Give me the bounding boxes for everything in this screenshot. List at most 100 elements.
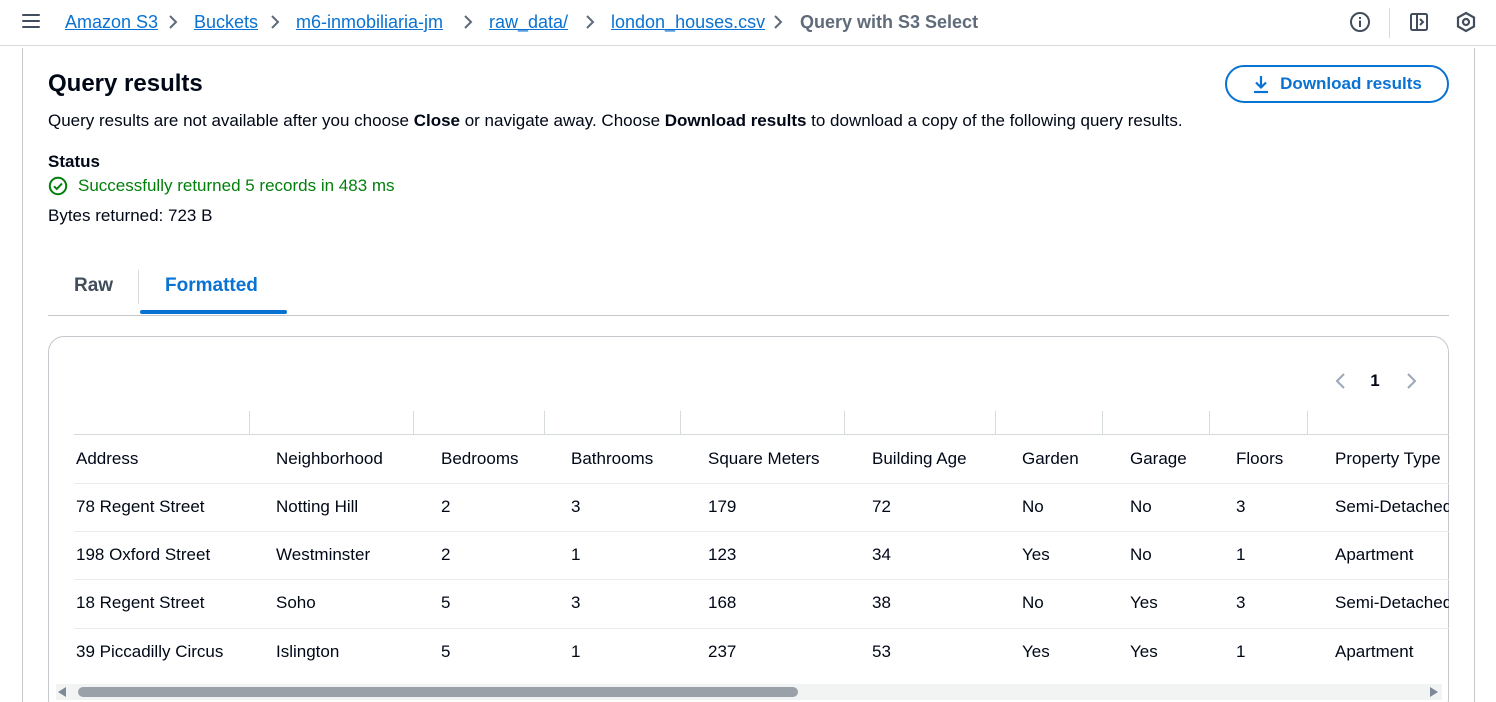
- query-results-heading: Query results: [48, 70, 203, 97]
- cell-address: 39 Piccadilly Circus: [76, 642, 224, 661]
- column-header-garage: Garage: [1130, 449, 1187, 468]
- column-resizer[interactable]: [1209, 411, 1210, 434]
- cell-property-type: Apartment: [1335, 545, 1414, 564]
- chevron-right-icon: [774, 15, 783, 29]
- column-header-address: Address: [76, 449, 139, 468]
- cell-address: 18 Regent Street: [76, 593, 205, 612]
- cell-bathrooms: 3: [571, 593, 581, 612]
- column-resizer[interactable]: [1102, 411, 1103, 434]
- cell-square-meters: 168: [708, 593, 737, 612]
- table-viewport: Address Neighborhood Bedrooms Bathrooms …: [48, 336, 1449, 702]
- column-header-neighborhood: Neighborhood: [276, 449, 383, 468]
- tab-formatted[interactable]: Formatted: [165, 274, 258, 298]
- breadcrumb-file[interactable]: london_houses.csv: [611, 11, 765, 33]
- status-label: Status: [48, 152, 100, 171]
- column-resizer[interactable]: [1307, 411, 1308, 434]
- column-resizer[interactable]: [844, 411, 845, 434]
- breadcrumb-amazon-s3[interactable]: Amazon S3: [65, 11, 158, 33]
- breadcrumb-buckets[interactable]: Buckets: [194, 11, 258, 33]
- chevron-right-icon: [464, 15, 473, 29]
- breadcrumb-current-page: Query with S3 Select: [800, 12, 979, 32]
- status-success: Successfully returned 5 records in 483 m…: [48, 175, 395, 197]
- cell-building-age: 34: [872, 545, 891, 564]
- scroll-left-arrow-icon[interactable]: [58, 687, 66, 697]
- row-divider: [74, 483, 1449, 484]
- column-header-floors: Floors: [1236, 449, 1284, 468]
- tab-separator: [138, 270, 139, 304]
- cell-square-meters: 123: [708, 545, 737, 564]
- cell-garden: No: [1022, 593, 1044, 612]
- cell-garage: No: [1130, 545, 1152, 564]
- cell-neighborhood: Soho: [276, 593, 316, 612]
- column-resizer[interactable]: [544, 411, 545, 434]
- download-results-button[interactable]: Download results: [1225, 65, 1449, 103]
- scroll-right-arrow-icon[interactable]: [1430, 687, 1438, 697]
- hamburger-menu-icon[interactable]: [22, 13, 40, 29]
- cell-building-age: 38: [872, 593, 891, 612]
- download-emphasis: Download results: [664, 111, 807, 130]
- column-header-bedrooms: Bedrooms: [441, 449, 519, 468]
- column-header-garden: Garden: [1022, 449, 1079, 468]
- toolbar-divider: [1389, 8, 1390, 38]
- tab-raw[interactable]: Raw: [74, 274, 113, 298]
- column-resizer[interactable]: [995, 411, 996, 434]
- column-resizer[interactable]: [413, 411, 414, 434]
- column-resizer[interactable]: [680, 411, 681, 434]
- active-tab-indicator: [140, 310, 287, 314]
- cell-garage: No: [1130, 497, 1152, 516]
- column-header-property-type: Property Type: [1335, 449, 1441, 468]
- cell-neighborhood: Westminster: [276, 545, 371, 564]
- cell-bathrooms: 1: [571, 642, 581, 661]
- cell-garden: Yes: [1022, 545, 1050, 564]
- cell-square-meters: 179: [708, 497, 737, 516]
- download-icon: [1254, 76, 1269, 94]
- cell-property-type: Apartment: [1335, 642, 1414, 661]
- cell-garden: No: [1022, 497, 1044, 516]
- bytes-returned: Bytes returned: 723 B: [48, 206, 213, 225]
- scrollbar-thumb[interactable]: [78, 687, 798, 697]
- top-navigation-bar: Amazon S3 Buckets m6-inmobiliaria-jm raw…: [0, 0, 1496, 46]
- column-header-square-meters: Square Meters: [708, 449, 820, 468]
- cell-address: 198 Oxford Street: [76, 545, 211, 564]
- cell-bedrooms: 5: [441, 642, 451, 661]
- cell-property-type: Semi-Detached: [1335, 497, 1449, 516]
- breadcrumb-bucket-name[interactable]: m6-inmobiliaria-jm: [296, 11, 443, 33]
- cell-address: 78 Regent Street: [76, 497, 205, 516]
- cell-building-age: 53: [872, 642, 891, 661]
- info-icon[interactable]: [1349, 11, 1371, 33]
- cell-building-age: 72: [872, 497, 891, 516]
- column-resizer[interactable]: [249, 411, 250, 434]
- row-divider: [74, 531, 1449, 532]
- table-top-border: [74, 434, 1449, 435]
- cell-garage: Yes: [1130, 593, 1158, 612]
- success-check-icon: [48, 176, 68, 196]
- cell-floors: 3: [1236, 593, 1246, 612]
- cell-floors: 1: [1236, 642, 1246, 661]
- row-divider: [74, 579, 1449, 580]
- notifications-panel-icon[interactable]: [1408, 11, 1430, 33]
- cell-floors: 1: [1236, 545, 1246, 564]
- cell-garage: Yes: [1130, 642, 1158, 661]
- cell-bedrooms: 5: [441, 593, 451, 612]
- column-header-building-age: Building Age: [872, 449, 967, 468]
- close-emphasis: Close: [413, 111, 460, 130]
- cell-bathrooms: 1: [571, 545, 581, 564]
- cell-square-meters: 237: [708, 642, 737, 661]
- cell-floors: 3: [1236, 497, 1246, 516]
- cell-garden: Yes: [1022, 642, 1050, 661]
- tabs-divider: [48, 315, 1449, 316]
- settings-hex-icon[interactable]: [1455, 11, 1477, 33]
- chevron-right-icon: [169, 15, 178, 29]
- row-divider: [74, 628, 1449, 629]
- results-description: Query results are not available after yo…: [48, 111, 1183, 130]
- column-header-bathrooms: Bathrooms: [571, 449, 654, 468]
- cell-bathrooms: 3: [571, 497, 581, 516]
- chevron-right-icon: [586, 15, 595, 29]
- download-results-label: Download results: [1280, 74, 1422, 93]
- status-text: Successfully returned 5 records in 483 m…: [78, 176, 395, 195]
- cell-neighborhood: Islington: [276, 642, 340, 661]
- cell-bedrooms: 2: [441, 545, 451, 564]
- chevron-right-icon: [271, 15, 280, 29]
- cell-property-type: Semi-Detached: [1335, 593, 1449, 612]
- breadcrumb-folder[interactable]: raw_data/: [489, 11, 568, 33]
